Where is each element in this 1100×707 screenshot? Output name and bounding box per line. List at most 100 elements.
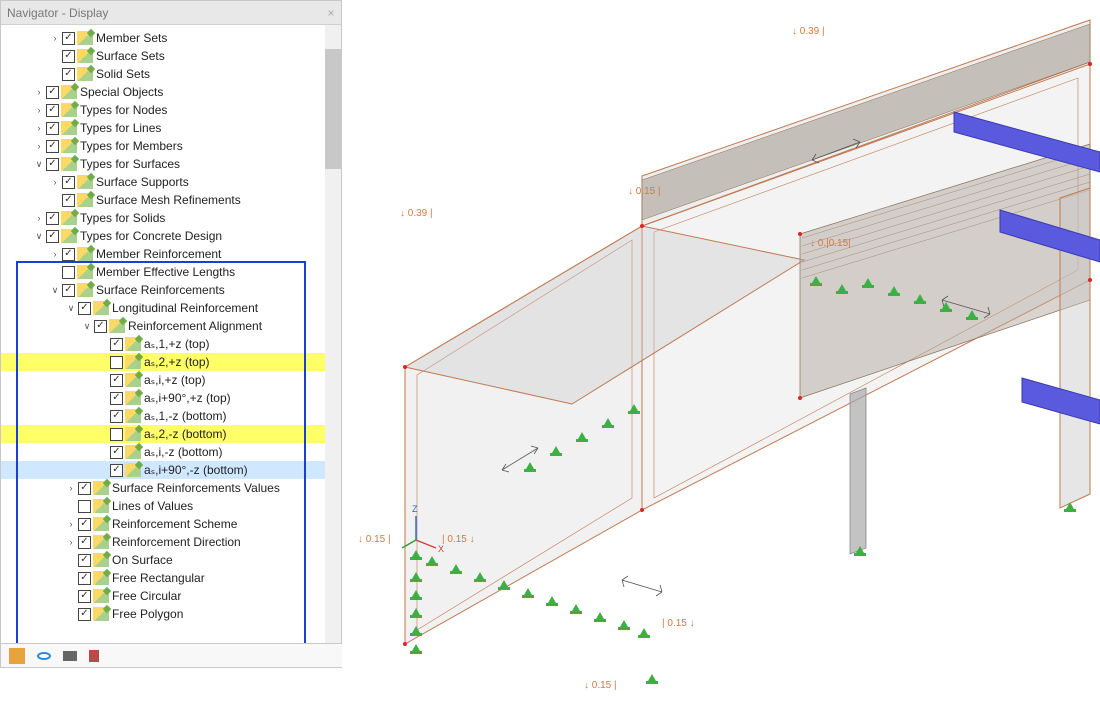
tree-item[interactable]: ∨✓Surface Reinforcements [1, 281, 341, 299]
checkbox[interactable]: ✓ [110, 446, 123, 459]
checkbox[interactable]: ✓ [110, 464, 123, 477]
checkbox[interactable] [62, 266, 75, 279]
chevron-right-icon[interactable]: › [65, 536, 77, 548]
checkbox[interactable]: ✓ [46, 230, 59, 243]
camera-icon[interactable] [63, 651, 77, 661]
tree-item[interactable]: Member Effective Lengths [1, 263, 341, 281]
checkbox[interactable]: ✓ [46, 122, 59, 135]
expander-spacer [97, 374, 109, 386]
tree-item[interactable]: ∨✓Types for Surfaces [1, 155, 341, 173]
tree-item[interactable]: ›✓Reinforcement Direction [1, 533, 341, 551]
tree-item-label: Surface Reinforcements Values [112, 481, 280, 495]
tree-item[interactable]: aₛ,2,-z (bottom) [1, 425, 341, 443]
checkbox[interactable]: ✓ [46, 140, 59, 153]
tree-item[interactable]: ✓Free Circular [1, 587, 341, 605]
checkbox[interactable]: ✓ [62, 284, 75, 297]
checkbox[interactable]: ✓ [78, 608, 91, 621]
tree-item[interactable]: ›✓Types for Members [1, 137, 341, 155]
tree-item[interactable]: ✓Surface Mesh Refinements [1, 191, 341, 209]
tree-item[interactable]: ✓Free Rectangular [1, 569, 341, 587]
checkbox[interactable] [78, 500, 91, 513]
checkbox[interactable]: ✓ [62, 176, 75, 189]
checkbox[interactable]: ✓ [62, 248, 75, 261]
checkbox[interactable]: ✓ [46, 86, 59, 99]
tree-item[interactable]: ∨✓Reinforcement Alignment [1, 317, 341, 335]
tree-item[interactable]: ✓On Surface [1, 551, 341, 569]
chevron-right-icon[interactable]: › [49, 248, 61, 260]
tree-item[interactable]: ›✓Types for Nodes [1, 101, 341, 119]
chevron-right-icon[interactable]: › [49, 176, 61, 188]
checkbox[interactable]: ✓ [110, 410, 123, 423]
tree-item[interactable]: ›✓Reinforcement Scheme [1, 515, 341, 533]
close-icon[interactable]: × [321, 1, 341, 23]
tree-item-label: aₛ,2,-z (bottom) [144, 427, 227, 441]
tree-item[interactable]: aₛ,2,+z (top) [1, 353, 341, 371]
checkbox[interactable]: ✓ [110, 374, 123, 387]
panel-title-text: Navigator - Display [7, 6, 108, 20]
checkbox[interactable]: ✓ [110, 338, 123, 351]
tree-item[interactable]: ›✓Types for Lines [1, 119, 341, 137]
eye-icon[interactable] [37, 652, 51, 660]
tree-item[interactable]: ∨✓Longitudinal Reinforcement [1, 299, 341, 317]
chevron-right-icon[interactable]: › [33, 140, 45, 152]
folder-icon[interactable] [9, 648, 25, 664]
checkbox[interactable]: ✓ [62, 68, 75, 81]
scrollbar-thumb[interactable] [325, 49, 341, 169]
chevron-right-icon[interactable]: › [33, 122, 45, 134]
chevron-down-icon[interactable]: ∨ [33, 158, 45, 170]
chevron-down-icon[interactable]: ∨ [33, 230, 45, 242]
checkbox[interactable]: ✓ [78, 590, 91, 603]
chevron-right-icon[interactable]: › [49, 32, 61, 44]
tree-item[interactable]: ✓aₛ,i,+z (top) [1, 371, 341, 389]
model-viewport[interactable]: Z X ↓ 0.39 | ↓ 0.39 | ↓ 0.15 | | 0.15 ↓ … [342, 0, 1100, 704]
layer-icon [61, 229, 77, 243]
tree-item[interactable]: ✓aₛ,i+90°,+z (top) [1, 389, 341, 407]
chevron-right-icon[interactable]: › [33, 86, 45, 98]
checkbox[interactable]: ✓ [78, 302, 91, 315]
checkbox[interactable]: ✓ [110, 392, 123, 405]
flag-icon[interactable] [89, 650, 99, 662]
tree-item[interactable]: ✓Free Polygon [1, 605, 341, 623]
checkbox[interactable]: ✓ [46, 158, 59, 171]
checkbox[interactable]: ✓ [46, 212, 59, 225]
checkbox[interactable] [110, 428, 123, 441]
tree-item[interactable]: ✓aₛ,i+90°,-z (bottom) [1, 461, 341, 479]
checkbox[interactable]: ✓ [78, 554, 91, 567]
support-icon [410, 578, 422, 586]
checkbox[interactable]: ✓ [78, 572, 91, 585]
expander-spacer [97, 392, 109, 404]
scrollbar-track[interactable] [325, 25, 341, 643]
checkbox[interactable]: ✓ [94, 320, 107, 333]
chevron-down-icon[interactable]: ∨ [81, 320, 93, 332]
tree-item[interactable]: ›✓Member Reinforcement [1, 245, 341, 263]
chevron-right-icon[interactable]: › [33, 212, 45, 224]
tree-item[interactable]: ›✓ Surface Reinforcements Values [1, 479, 341, 497]
tree-item[interactable]: ›✓Member Sets [1, 29, 341, 47]
tree-item[interactable]: ›✓Special Objects [1, 83, 341, 101]
tree-item[interactable]: ✓aₛ,1,-z (bottom) [1, 407, 341, 425]
checkbox[interactable]: ✓ [62, 32, 75, 45]
checkbox[interactable]: ✓ [46, 104, 59, 117]
tree-item[interactable]: ›✓Surface Supports [1, 173, 341, 191]
dim-label: ↓ 0.15 | [358, 534, 391, 545]
tree-item-label: Member Effective Lengths [96, 265, 235, 279]
tree-item[interactable]: ✓Solid Sets [1, 65, 341, 83]
tree-item[interactable]: ✓Surface Sets [1, 47, 341, 65]
tree-item[interactable]: ✓aₛ,1,+z (top) [1, 335, 341, 353]
tree-item[interactable]: ∨✓Types for Concrete Design [1, 227, 341, 245]
tree-item[interactable]: ✓aₛ,i,-z (bottom) [1, 443, 341, 461]
chevron-right-icon[interactable]: › [65, 518, 77, 530]
chevron-down-icon[interactable]: ∨ [65, 302, 77, 314]
checkbox[interactable] [110, 356, 123, 369]
chevron-right-icon[interactable]: › [65, 482, 77, 494]
tree-item[interactable]: ›✓Types for Solids [1, 209, 341, 227]
chevron-down-icon[interactable]: ∨ [49, 284, 61, 296]
checkbox[interactable]: ✓ [78, 482, 91, 495]
checkbox[interactable]: ✓ [62, 194, 75, 207]
checkbox[interactable]: ✓ [62, 50, 75, 63]
tree-item[interactable]: Lines of Values [1, 497, 341, 515]
support-icon [410, 614, 422, 622]
checkbox[interactable]: ✓ [78, 518, 91, 531]
checkbox[interactable]: ✓ [78, 536, 91, 549]
chevron-right-icon[interactable]: › [33, 104, 45, 116]
